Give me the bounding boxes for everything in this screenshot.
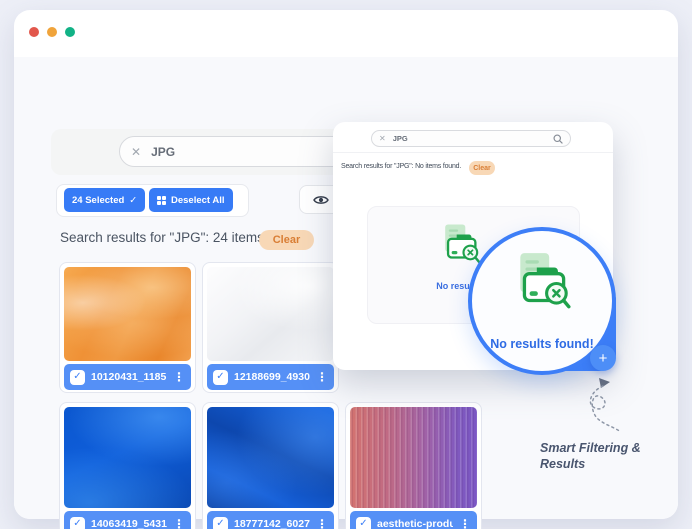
kebab-menu-icon[interactable]: ⋮	[316, 518, 328, 529]
image-thumbnail	[64, 267, 191, 361]
image-card[interactable]: ✓ aesthetic-produ… ⋮	[345, 402, 482, 529]
no-results-folder-icon	[445, 224, 481, 264]
check-icon: ✓	[359, 518, 368, 529]
check-icon: ✓	[216, 371, 225, 382]
kebab-menu-icon[interactable]: ⋮	[173, 371, 185, 383]
search-icon	[553, 133, 563, 144]
checkbox-checked[interactable]: ✓	[213, 369, 228, 385]
image-caption-bar: ✓ aesthetic-produ… ⋮	[350, 511, 477, 529]
clear-search-icon[interactable]: ✕	[131, 146, 141, 158]
magnified-empty-state-text: No results found!	[490, 337, 594, 351]
image-caption-bar: ✓ 14063419_54319… ⋮	[64, 511, 191, 529]
image-filename: 14063419_54319…	[91, 518, 167, 529]
image-thumbnail	[64, 407, 191, 508]
annotation-line2: Results	[540, 457, 586, 472]
grid-icon	[157, 195, 166, 205]
eye-icon	[313, 195, 329, 204]
image-card[interactable]: ✓ 12188699_4930… ⋮	[202, 262, 339, 393]
plus-icon: +	[598, 349, 608, 367]
squiggle-arrow-icon	[589, 378, 622, 433]
image-filename: 10120431_1185.jpg	[91, 371, 167, 383]
no-results-folder-icon	[520, 253, 571, 309]
annotation-line1: Smart Filtering &	[540, 441, 641, 455]
kebab-menu-icon[interactable]: ⋮	[316, 371, 328, 383]
image-card[interactable]: ✓ 14063419_54319… ⋮	[59, 402, 196, 529]
add-fab-button[interactable]: +	[590, 345, 616, 371]
image-thumbnail	[350, 407, 477, 508]
clear-results-button[interactable]: Clear	[259, 230, 314, 250]
checkbox-checked[interactable]: ✓	[70, 369, 85, 385]
feature-annotation: Smart Filtering & Results	[540, 440, 680, 473]
window-expand-button[interactable]	[65, 27, 75, 37]
popup-search-input[interactable]	[390, 133, 548, 144]
check-icon: ✓	[73, 371, 82, 382]
checkbox-checked[interactable]: ✓	[213, 516, 228, 529]
checkbox-checked[interactable]: ✓	[356, 516, 371, 529]
image-caption-bar: ✓ 12188699_4930… ⋮	[207, 364, 334, 390]
window-close-button[interactable]	[29, 27, 39, 37]
deselect-all-label: Deselect All	[171, 194, 225, 206]
popup-search-bar[interactable]: ✕	[371, 130, 571, 147]
clear-search-icon[interactable]: ✕	[379, 134, 386, 143]
check-icon: ✓	[129, 194, 138, 206]
image-card[interactable]: ✓ 10120431_1185.jpg ⋮	[59, 262, 196, 393]
image-filename: aesthetic-produ…	[377, 518, 453, 529]
image-card[interactable]: ✓ 18777142_60272… ⋮	[202, 402, 339, 529]
checkbox-checked[interactable]: ✓	[70, 516, 85, 529]
screenshot-canvas: ✕ 24 Selected ✓ Deselect All	[0, 0, 692, 529]
window-minimize-button[interactable]	[47, 27, 57, 37]
image-thumbnail	[207, 267, 334, 361]
selected-count-label: 24 Selected	[72, 194, 125, 206]
image-filename: 12188699_4930…	[234, 371, 310, 383]
image-filename: 18777142_60272…	[234, 518, 310, 529]
kebab-menu-icon[interactable]: ⋮	[459, 518, 471, 529]
popup-clear-button[interactable]: Clear	[469, 161, 495, 175]
image-caption-bar: ✓ 10120431_1185.jpg ⋮	[64, 364, 191, 390]
divider	[333, 152, 613, 153]
kebab-menu-icon[interactable]: ⋮	[173, 518, 185, 529]
deselect-all-button[interactable]: Deselect All	[149, 188, 233, 212]
image-thumbnail	[207, 407, 334, 508]
popup-results-message: Search results for "JPG": No items found…	[341, 163, 462, 170]
check-icon: ✓	[216, 518, 225, 529]
check-icon: ✓	[73, 518, 82, 529]
selected-count-button[interactable]: 24 Selected ✓	[64, 188, 146, 212]
image-caption-bar: ✓ 18777142_60272… ⋮	[207, 511, 334, 529]
